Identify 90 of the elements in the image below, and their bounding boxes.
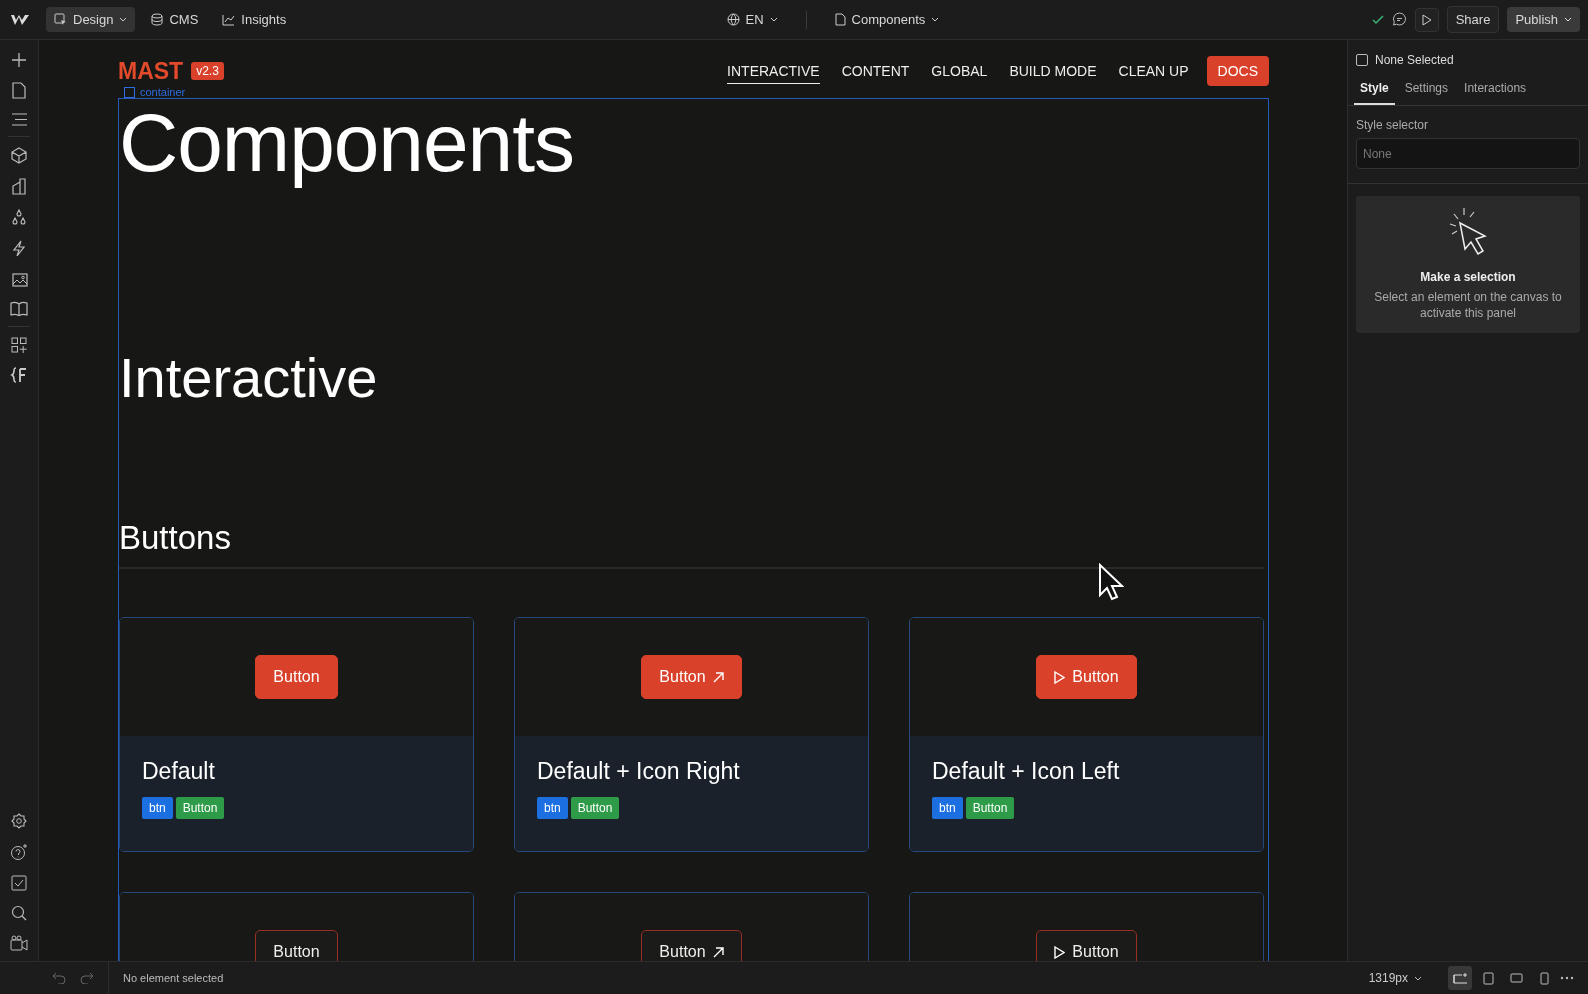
play-icon (1054, 670, 1066, 684)
database-icon (151, 13, 164, 26)
checkbox[interactable] (1356, 54, 1368, 66)
image-icon[interactable] (10, 271, 28, 287)
lightning-icon[interactable] (12, 240, 26, 257)
book-icon[interactable] (10, 301, 28, 316)
checkmark-icon (1371, 14, 1384, 25)
card-title: Default (142, 758, 216, 785)
style-selector-field[interactable]: None (1356, 138, 1580, 169)
share-button[interactable]: Share (1446, 6, 1500, 33)
apps-icon[interactable] (11, 337, 27, 353)
arrow-up-right-icon (712, 671, 724, 683)
chart-icon (222, 13, 236, 26)
swatch-icon[interactable] (11, 178, 27, 195)
nav-link[interactable]: CONTENT (841, 58, 910, 84)
play-icon (1054, 945, 1066, 959)
field-label: Style selector (1356, 118, 1430, 132)
plus-icon[interactable] (11, 52, 27, 68)
status-text: No element selected (123, 972, 224, 984)
card-title: Default + Icon Left (932, 758, 1121, 785)
redo-icon[interactable] (80, 972, 94, 984)
page-icon (834, 13, 846, 26)
class-tag: btn (537, 797, 568, 819)
drops-icon[interactable] (11, 209, 27, 226)
empty-state-text: Select an element on the canvas to activate this panel (1373, 289, 1563, 321)
page-icon[interactable] (12, 82, 26, 99)
desktop-star-icon (1452, 972, 1468, 984)
panel-tab[interactable]: Settings (1398, 75, 1455, 105)
demo-button[interactable]: Button (1036, 655, 1137, 699)
version-badge: v2.3 (191, 62, 224, 80)
help-icon[interactable] (10, 843, 28, 861)
demo-button[interactable]: Button (255, 655, 338, 699)
class-tag: Button (570, 797, 620, 819)
publish-button[interactable]: Publish (1507, 7, 1580, 32)
tablet-icon (1482, 971, 1494, 985)
class-tag: btn (142, 797, 173, 819)
chevron-down-icon (931, 17, 940, 22)
nav-button[interactable]: CMS (143, 7, 207, 32)
logo-icon[interactable] (10, 13, 30, 26)
play-icon (1421, 13, 1432, 26)
page-heading: Components (119, 99, 575, 187)
class-tag: Button (965, 797, 1015, 819)
preview-button[interactable] (1414, 7, 1439, 32)
width-dropdown[interactable]: 1319px (1362, 970, 1428, 986)
video-icon[interactable] (10, 935, 28, 951)
checkbox-label: None Selected (1375, 53, 1454, 67)
cube-icon[interactable] (11, 147, 27, 164)
panel-tab[interactable]: Style (1354, 75, 1395, 105)
checkbox-icon[interactable] (11, 875, 27, 891)
lines-icon[interactable] (10, 113, 28, 126)
nav-link[interactable]: GLOBAL (931, 58, 988, 84)
search-icon[interactable] (11, 905, 27, 921)
arrow-up-right-icon (712, 946, 724, 958)
locale-dropdown[interactable]: EN (718, 7, 786, 32)
subsection-heading: Buttons (119, 519, 1264, 569)
demo-button[interactable]: Button (641, 930, 742, 961)
chevron-down-icon (769, 17, 778, 22)
section-heading: Interactive (119, 345, 379, 411)
class-tag: Button (175, 797, 225, 819)
settings-icon[interactable] (11, 813, 27, 829)
element-label: container (140, 86, 186, 98)
pointer-icon (54, 13, 67, 26)
chevron-down-icon (119, 17, 128, 22)
docs-button[interactable]: DOCS (1206, 56, 1269, 86)
mode-dropdown[interactable]: Design (46, 7, 136, 32)
panel-tab[interactable]: Interactions (1458, 75, 1533, 105)
chevron-down-icon (1414, 975, 1422, 981)
undo-icon[interactable] (52, 972, 66, 984)
mouse-cursor-icon (1098, 563, 1124, 601)
more-icon[interactable] (1560, 976, 1574, 980)
nav-link[interactable]: CLEAN UP (1118, 58, 1189, 84)
phone-landscape-icon (1509, 973, 1523, 983)
nav-link[interactable]: BUILD MODE (1009, 58, 1097, 84)
chevron-down-icon (1564, 17, 1572, 22)
page-dropdown[interactable]: Components (826, 7, 948, 32)
element-icon (124, 86, 135, 98)
breakpoint-button[interactable] (1448, 966, 1472, 990)
demo-button[interactable]: Button (1036, 930, 1137, 961)
comment-icon[interactable] (1391, 12, 1407, 27)
empty-state-title: Make a selection (1420, 270, 1516, 284)
globe-icon (726, 13, 740, 26)
card-title: Default + Icon Right (537, 758, 741, 785)
class-tag: btn (932, 797, 963, 819)
nav-link[interactable]: INTERACTIVE (727, 58, 820, 84)
demo-button[interactable]: Button (641, 655, 742, 699)
nav-button[interactable]: Insights (214, 7, 295, 32)
brand-logo[interactable]: MAST (118, 57, 184, 85)
phone-icon (1539, 971, 1549, 985)
variables-icon[interactable] (10, 367, 28, 383)
demo-button[interactable]: Button (255, 930, 338, 961)
